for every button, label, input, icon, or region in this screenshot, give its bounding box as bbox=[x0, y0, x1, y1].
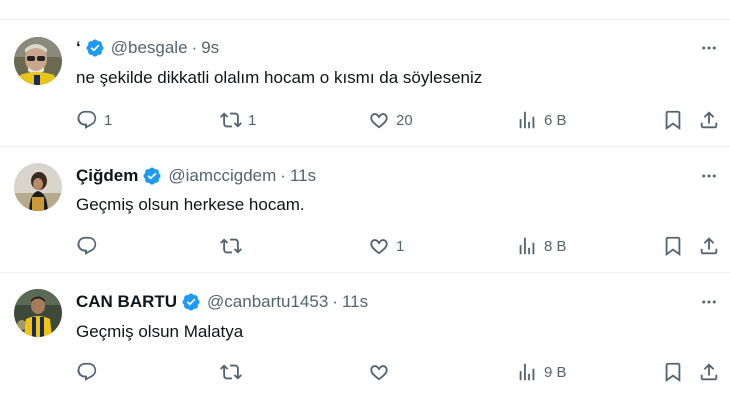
separator-dot: · bbox=[191, 38, 198, 57]
heart-icon bbox=[370, 239, 388, 255]
share-button[interactable] bbox=[698, 234, 720, 258]
retweet-button[interactable]: 1 bbox=[220, 108, 256, 132]
retweet-icon bbox=[220, 364, 242, 380]
like-count: 1 bbox=[396, 237, 405, 255]
tweet[interactable]: CAN BARTU @canbartu1453 · 11s Geçmiş ols… bbox=[0, 274, 730, 420]
like-button[interactable]: 20 bbox=[368, 108, 413, 132]
like-count: 20 bbox=[396, 111, 413, 129]
retweet-icon bbox=[220, 238, 242, 254]
reply-icon bbox=[77, 110, 97, 129]
author-handle[interactable]: @iamccigdem bbox=[168, 166, 276, 186]
avatar[interactable] bbox=[14, 37, 62, 85]
tweet-actions: 1 8 B bbox=[76, 234, 718, 258]
tweet-text: Geçmiş olsun Malatya bbox=[76, 322, 244, 341]
avatar[interactable] bbox=[14, 289, 62, 337]
bookmark-button[interactable] bbox=[662, 234, 684, 258]
retweet-count: 1 bbox=[248, 111, 257, 129]
analytics-icon bbox=[519, 237, 535, 255]
like-button[interactable]: 1 bbox=[368, 234, 404, 258]
reply-button[interactable] bbox=[76, 234, 104, 258]
avatar[interactable] bbox=[14, 163, 62, 211]
retweet-button[interactable] bbox=[220, 360, 248, 384]
like-button[interactable] bbox=[368, 360, 396, 384]
author-name[interactable]: ‘ bbox=[76, 38, 81, 58]
tweet[interactable]: Çiğdem @iamccigdem · 11s Geçmiş olsun he… bbox=[0, 148, 730, 273]
retweet-button[interactable] bbox=[220, 234, 248, 258]
views-button[interactable]: 8 B bbox=[516, 234, 567, 258]
heart-icon bbox=[370, 113, 388, 129]
bookmark-icon bbox=[665, 110, 681, 131]
verified-badge-icon bbox=[143, 167, 161, 185]
author-name[interactable]: CAN BARTU bbox=[76, 292, 177, 312]
verified-badge-icon bbox=[86, 39, 104, 57]
tweet-divider bbox=[0, 146, 730, 147]
reply-button[interactable] bbox=[76, 360, 104, 384]
tweet[interactable]: ‘ @besgale · 9s ne şekilde dikkatli olal… bbox=[0, 20, 730, 147]
share-button[interactable] bbox=[698, 108, 720, 132]
reply-button[interactable]: 1 bbox=[76, 108, 112, 132]
heart-icon bbox=[370, 365, 388, 381]
more-options-icon[interactable] bbox=[698, 291, 720, 313]
analytics-icon bbox=[519, 111, 535, 129]
tweet-text: Geçmiş olsun herkese hocam. bbox=[76, 195, 305, 214]
bookmark-button[interactable] bbox=[662, 360, 684, 384]
tweet-time[interactable]: 11s bbox=[342, 292, 368, 312]
reply-count: 1 bbox=[104, 111, 113, 129]
tweet-time[interactable]: 9s bbox=[201, 38, 219, 58]
share-icon bbox=[700, 237, 718, 255]
author-name[interactable]: Çiğdem bbox=[76, 166, 138, 186]
views-button[interactable]: 6 B bbox=[516, 108, 567, 132]
tweet-actions: 9 B bbox=[76, 360, 718, 384]
more-options-icon[interactable] bbox=[698, 37, 720, 59]
tweet-actions: 1 1 20 6 B bbox=[76, 108, 718, 132]
share-button[interactable] bbox=[698, 360, 720, 384]
tweet-header: CAN BARTU @canbartu1453 · 11s bbox=[76, 291, 368, 313]
verified-badge-icon bbox=[182, 293, 200, 311]
tweet-header: Çiğdem @iamccigdem · 11s bbox=[76, 165, 316, 187]
separator-dot: · bbox=[280, 166, 286, 185]
views-count: 9 B bbox=[544, 363, 567, 381]
views-count: 6 B bbox=[544, 111, 567, 129]
more-options-icon[interactable] bbox=[698, 165, 720, 187]
bookmark-icon bbox=[665, 362, 681, 383]
tweet-text: ne şekilde dikkatli olalım hocam o kısmı… bbox=[76, 68, 483, 87]
tweet-header: ‘ @besgale · 9s bbox=[76, 37, 219, 59]
share-icon bbox=[700, 111, 718, 129]
author-handle[interactable]: @besgale bbox=[111, 38, 188, 58]
separator-dot: · bbox=[332, 292, 338, 311]
views-count: 8 B bbox=[544, 237, 567, 255]
reply-icon bbox=[77, 236, 97, 255]
bookmark-button[interactable] bbox=[662, 108, 684, 132]
reply-icon bbox=[77, 362, 97, 381]
share-icon bbox=[700, 363, 718, 381]
views-button[interactable]: 9 B bbox=[516, 360, 567, 384]
tweet-divider bbox=[0, 272, 730, 273]
tweet-time[interactable]: 11s bbox=[290, 166, 316, 186]
analytics-icon bbox=[519, 363, 535, 381]
author-handle[interactable]: @canbartu1453 bbox=[207, 292, 328, 312]
bookmark-icon bbox=[665, 236, 681, 257]
retweet-icon bbox=[220, 112, 242, 128]
